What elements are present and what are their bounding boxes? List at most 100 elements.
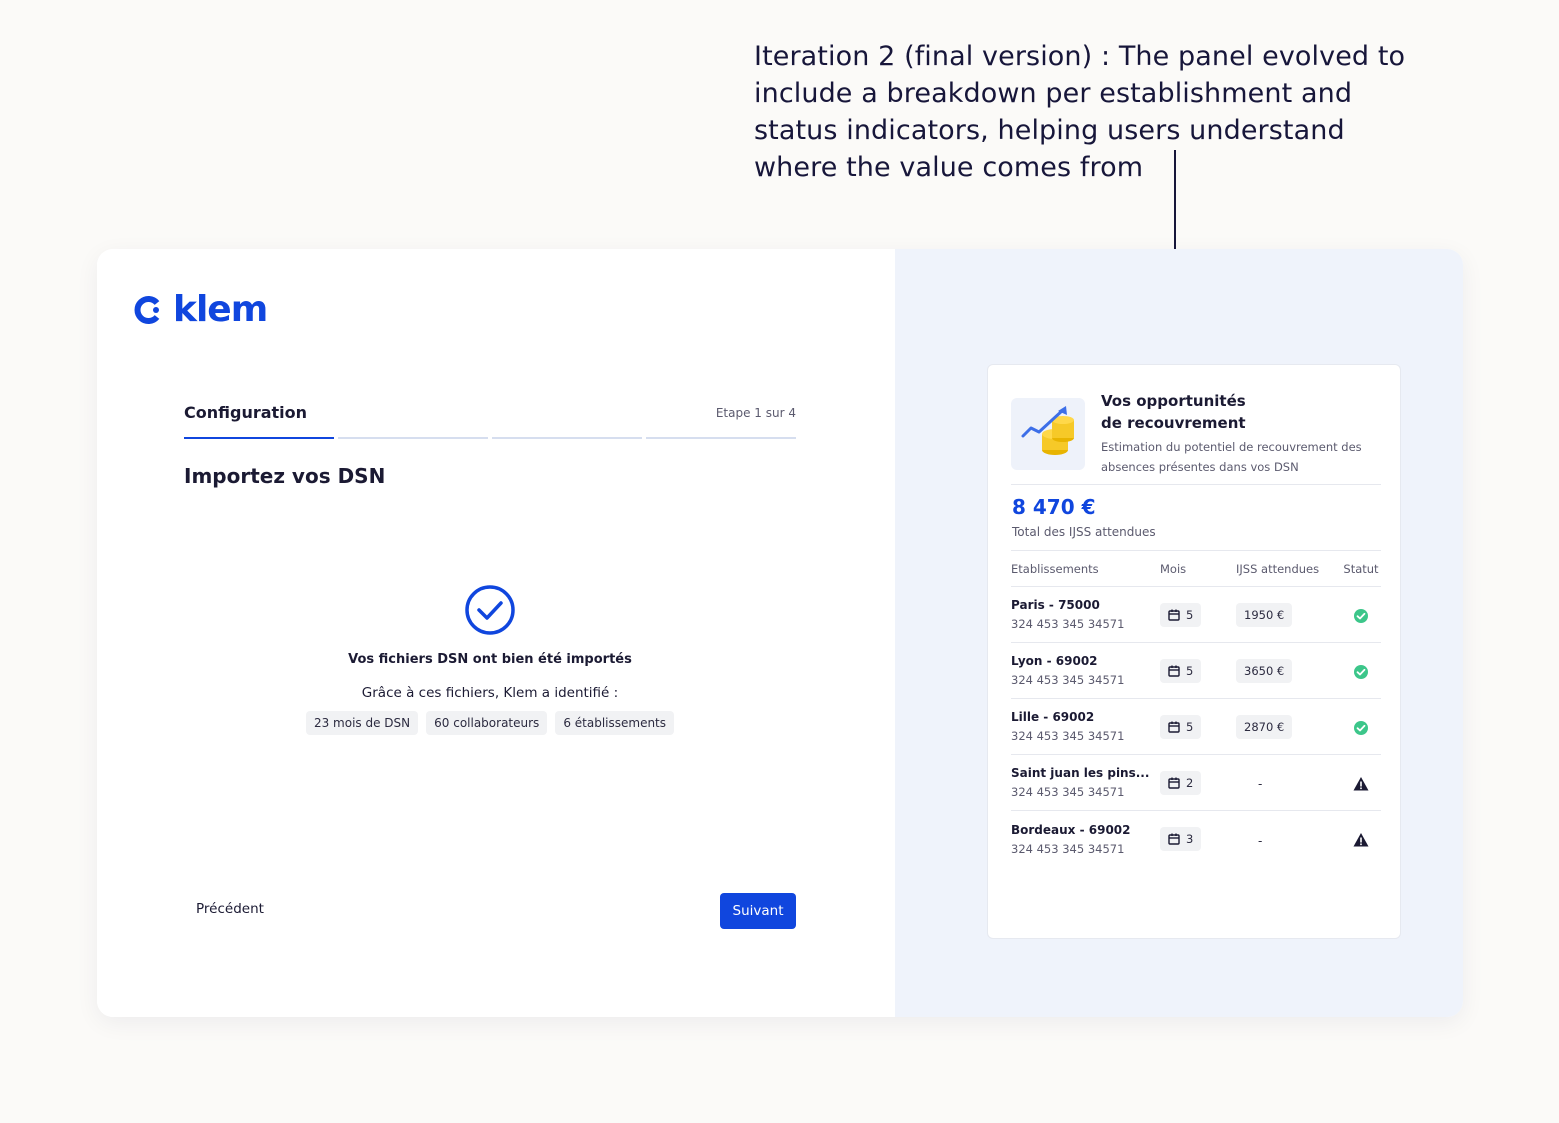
ijss-cell: 2870 € (1236, 714, 1341, 739)
table-body: Paris - 75000 324 453 345 34571 5 1950 € Lyo… (1011, 587, 1381, 867)
establishment-cell: Paris - 75000 324 453 345 34571 (1011, 598, 1160, 631)
progress-segment-3 (492, 437, 642, 439)
months-cell: 5 (1160, 714, 1236, 739)
ijss-cell: 1950 € (1236, 602, 1341, 627)
annotation-line: where the value comes from (754, 152, 1144, 183)
logo: klem (133, 289, 268, 330)
ijss-value: 2870 € (1236, 714, 1293, 739)
status-cell (1341, 605, 1381, 624)
panel-title-line: de recouvrement (1101, 414, 1246, 432)
annotation-line: Iteration 2 (final version) : The panel … (754, 41, 1406, 72)
establishment-cell: Saint juan les pins... 324 453 345 34571 (1011, 766, 1160, 799)
establishment-id: 324 453 345 34571 (1011, 673, 1125, 687)
months-chip: 5 (1160, 658, 1202, 683)
establishment-name: Lille - 69002 (1011, 710, 1095, 724)
months-value: 5 (1186, 607, 1194, 622)
establishment-cell: Bordeaux - 69002 324 453 345 34571 (1011, 823, 1160, 856)
status-cell (1341, 773, 1381, 792)
status-cell (1341, 661, 1381, 680)
ijss-cell: 3650 € (1236, 658, 1341, 683)
months-cell: 5 (1160, 602, 1236, 627)
establishment-id: 324 453 345 34571 (1011, 841, 1125, 856)
opportunities-panel: Vos opportunités de recouvrement Estimat… (987, 364, 1401, 939)
calendar-icon (1168, 609, 1180, 621)
panel-header: Vos opportunités de recouvrement Estimat… (1011, 392, 1381, 485)
months-chip: 5 (1160, 714, 1202, 739)
months-chip: 2 (1160, 770, 1202, 795)
previous-button[interactable]: Précédent (184, 893, 276, 925)
progress-bar (184, 437, 796, 439)
brand-name: klem (173, 289, 268, 330)
panel-description: Estimation du potentiel de recouvrement … (1101, 440, 1362, 474)
step-count: Etape 1 sur 4 (715, 406, 796, 420)
establishment-name: Bordeaux - 69002 (1011, 822, 1131, 837)
check-status-icon (1354, 608, 1368, 623)
establishment-id: 324 453 345 34571 (1011, 617, 1125, 631)
ijss-cell: - (1236, 773, 1341, 792)
progress-segment-1 (184, 437, 334, 439)
table-header: Etablissements Mois IJSS attendues Statu… (1011, 551, 1381, 587)
coins-illustration (1011, 398, 1085, 470)
next-button[interactable]: Suivant (720, 893, 796, 929)
column-header-ijss: IJSS attendues (1236, 561, 1320, 576)
step-title: Configuration (184, 403, 308, 422)
ijss-cell: - (1236, 830, 1341, 849)
coins-growth-icon (1021, 406, 1074, 455)
establishment-name: Saint juan les pins... (1011, 766, 1150, 780)
import-success: Vos fichiers DSN ont bien été importés G… (184, 584, 796, 735)
calendar-icon (1168, 665, 1180, 677)
divider (1011, 484, 1381, 485)
months-value: 5 (1186, 663, 1194, 678)
chip-months: 23 mois de DSN (305, 711, 419, 735)
months-cell: 2 (1160, 770, 1236, 795)
chip-establishments: 6 établissements (555, 711, 675, 735)
months-value: 2 (1186, 775, 1194, 790)
ijss-value: - (1258, 833, 1263, 848)
ijss-value: 1950 € (1236, 602, 1293, 627)
chip-employees: 60 collaborateurs (426, 711, 548, 735)
progress-segment-2 (338, 437, 488, 439)
table-row: Lille - 69002 324 453 345 34571 5 2870 € (1011, 699, 1381, 755)
panel-title: Vos opportunités de recouvrement (1101, 390, 1371, 434)
months-chip: 5 (1160, 602, 1202, 627)
summary-chips: 23 mois de DSN 60 collaborateurs 6 établ… (184, 711, 796, 735)
success-subtext: Grâce à ces fichiers, Klem a identifié : (361, 685, 619, 701)
success-message: Vos fichiers DSN ont bien été importés (348, 652, 632, 667)
check-circle-icon (465, 585, 515, 635)
progress-segment-4 (646, 437, 796, 439)
status-cell (1341, 717, 1381, 736)
annotation-line: status indicators, helping users underst… (754, 115, 1345, 146)
column-header-months: Mois (1160, 561, 1187, 576)
panel-title-line: Vos opportunités (1101, 392, 1246, 410)
total-label: Total des IJSS attendues (1012, 525, 1156, 539)
establishment-cell: Lille - 69002 324 453 345 34571 (1011, 710, 1160, 743)
opportunities-pane: Vos opportunités de recouvrement Estimat… (895, 249, 1463, 1017)
column-header-status: Statut (1343, 561, 1379, 576)
months-value: 3 (1186, 832, 1194, 846)
table-row: Paris - 75000 324 453 345 34571 5 1950 € (1011, 587, 1381, 643)
establishment-name: Lyon - 69002 (1011, 654, 1098, 668)
check-status-icon (1354, 720, 1368, 735)
calendar-icon (1168, 777, 1180, 789)
calendar-icon (1168, 833, 1180, 845)
calendar-icon (1168, 721, 1180, 733)
page-title: Importez vos DSN (184, 464, 386, 488)
table-row: Lyon - 69002 324 453 345 34571 5 3650 € (1011, 643, 1381, 699)
column-header-establishments: Etablissements (1011, 561, 1099, 576)
table-row: Saint juan les pins... 324 453 345 34571 2… (1011, 755, 1381, 811)
establishment-name: Paris - 75000 (1011, 598, 1100, 612)
check-status-icon (1354, 664, 1368, 679)
annotation-text: Iteration 2 (final version) : The panel … (754, 38, 1434, 186)
months-cell: 3 (1160, 827, 1236, 851)
ijss-value: - (1258, 777, 1263, 791)
establishments-table: Etablissements Mois IJSS attendues Statu… (1011, 551, 1381, 867)
klem-logo-icon (134, 295, 160, 324)
establishment-cell: Lyon - 69002 324 453 345 34571 (1011, 654, 1160, 687)
establishment-id: 324 453 345 34571 (1011, 785, 1125, 799)
months-chip: 3 (1160, 827, 1202, 851)
warning-icon (1353, 776, 1369, 790)
months-value: 5 (1186, 719, 1194, 734)
status-cell (1341, 830, 1381, 849)
total-amount: 8 470 € (1012, 495, 1096, 519)
wizard-pane: klem Configuration Etape 1 sur 4 Importe… (97, 249, 895, 1017)
